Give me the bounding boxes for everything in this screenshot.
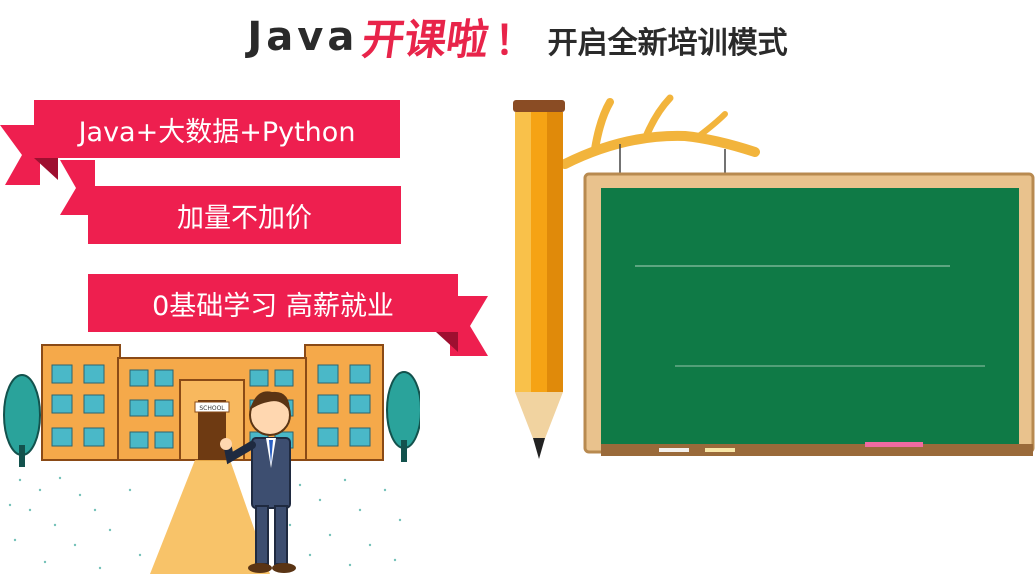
ribbon-course: Java+大数据+Python [34,100,400,158]
chalkboard-illustration [513,94,1035,459]
ribbon-price: 加量不加价 [88,186,401,244]
tree-left-icon [3,374,41,467]
ribbon-career: 0基础学习 高薪就业 [88,274,458,332]
school-illustration: SCHOOL [3,344,420,574]
ribbon-course-body: Java+大数据+Python [34,100,400,158]
pencil-icon [513,100,565,459]
school-building: SCHOOL [41,344,384,461]
tree-right-icon [386,371,420,462]
ribbon-price-label: 加量不加价 [177,202,312,234]
ribbon-course-label: Java+大数据+Python [78,116,356,148]
ribbon-career-label: 0基础学习 高薪就业 [152,290,394,322]
branch-icon [560,94,760,174]
ribbon3-fold [436,332,458,352]
ribbon-price-body: 加量不加价 [88,186,401,244]
chalkboard-surface [601,188,1019,444]
school-sign: SCHOOL [199,405,225,412]
ribbon-career-body: 0基础学习 高薪就业 [88,274,458,332]
